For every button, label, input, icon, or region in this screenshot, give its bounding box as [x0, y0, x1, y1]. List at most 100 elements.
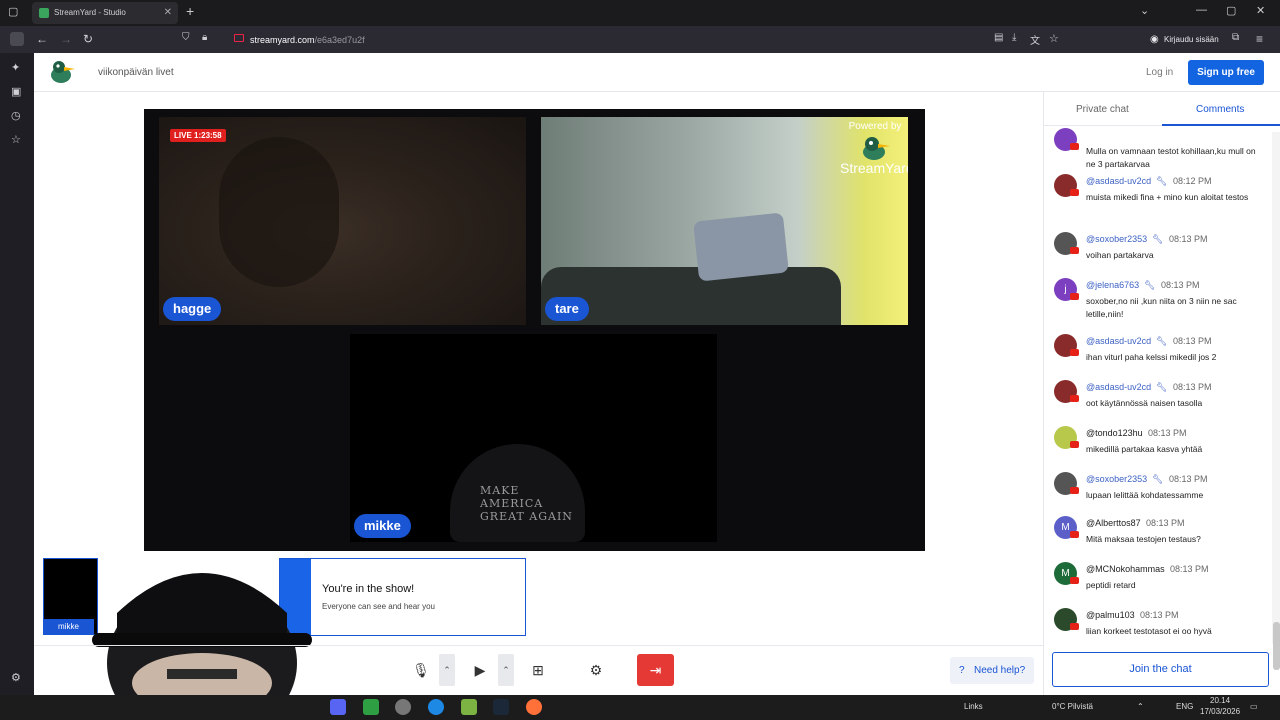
message-text: lupaan lelittää kohdatessamme: [1086, 490, 1204, 500]
chat-tabs: Private chat Comments: [1044, 92, 1280, 126]
close-window-icon[interactable]: ✕: [1256, 4, 1265, 17]
links-toolbar[interactable]: Links: [964, 702, 983, 711]
message-author[interactable]: @asdasd-uv2cd: [1086, 176, 1151, 186]
streamyard-duck-icon: [863, 137, 890, 160]
app-arrow-icon[interactable]: [461, 699, 477, 715]
streamyard-logo-icon[interactable]: [49, 59, 77, 85]
ai-sparkle-icon[interactable]: ✦: [11, 61, 20, 74]
signup-button[interactable]: Sign up free: [1188, 60, 1264, 85]
message-author[interactable]: @soxober2353: [1086, 474, 1147, 484]
join-chat-button[interactable]: Join the chat: [1052, 652, 1269, 687]
chat-message: @asdasd-uv2cd 🔧︎ 08:13 PM ihan viturl paha …: [1054, 332, 1269, 376]
message-time: 08:13 PM: [1173, 382, 1212, 392]
youtube-icon: [1070, 143, 1079, 150]
youtube-icon: [1070, 577, 1079, 584]
reader-view-icon[interactable]: ▤: [994, 32, 1003, 43]
pillow-shape: [693, 212, 789, 282]
sidebar-toggle-icon[interactable]: [10, 32, 24, 46]
camera-options-chevron-icon[interactable]: ⌃: [498, 654, 514, 686]
clock-time[interactable]: 20.14: [1210, 696, 1230, 705]
weather-widget[interactable]: 0°C Pilvistä: [1052, 702, 1093, 711]
extensions-icon[interactable]: ⧉: [1232, 32, 1239, 43]
language-indicator[interactable]: ENG: [1176, 702, 1193, 711]
account-icon: ◉: [1150, 34, 1159, 45]
edge-icon[interactable]: [428, 699, 444, 715]
tab-private-chat[interactable]: Private chat: [1076, 104, 1129, 115]
browser-sidebar: ✦ ▣ ◷ ☆ ⚙: [0, 53, 34, 695]
tab-list-icon[interactable]: ▢: [8, 5, 18, 18]
message-author[interactable]: @jelena6763: [1086, 280, 1139, 290]
video-tile-hagge[interactable]: LIVE 1:23:58 hagge: [159, 117, 526, 325]
forward-icon[interactable]: →: [60, 32, 72, 46]
shield-icon[interactable]: ⛉: [182, 32, 190, 43]
firefox-icon[interactable]: [526, 699, 542, 715]
menu-icon[interactable]: ≡: [1256, 32, 1263, 46]
clock-date[interactable]: 17/03/2026: [1200, 707, 1240, 716]
history-icon[interactable]: ◷: [11, 109, 21, 122]
cap-shape: MAKE AMERICA GREAT AGAIN: [450, 444, 585, 542]
message-text: peptidi retard: [1086, 580, 1136, 590]
settings-button[interactable]: ⚙: [580, 654, 612, 686]
login-link[interactable]: Log in: [1146, 67, 1173, 78]
powered-by-watermark: Powered by StreamYard: [840, 121, 908, 176]
message-author[interactable]: @MCNokohammas: [1086, 564, 1165, 574]
streamyard-favicon-icon: [39, 8, 49, 18]
save-page-icon[interactable]: ⤓: [1012, 32, 1016, 43]
discord-icon[interactable]: [330, 699, 346, 715]
video-tile-mikke[interactable]: MAKE AMERICA GREAT AGAIN mikke: [350, 334, 717, 542]
app-green-icon[interactable]: [363, 699, 379, 715]
minimize-icon[interactable]: —: [1196, 4, 1207, 16]
message-text: soxober,no nii ,kun niita on 3 niin ne s…: [1086, 296, 1237, 319]
new-tab-icon[interactable]: +: [186, 3, 194, 19]
browser-tab[interactable]: StreamYard - Studio ✕: [32, 2, 178, 24]
collections-icon[interactable]: ▣: [11, 85, 21, 98]
camera-permission-icon[interactable]: [234, 34, 244, 42]
tray-chevron-icon[interactable]: ⌃: [1137, 702, 1144, 711]
video-tile-tare[interactable]: Powered by StreamYard tare: [541, 117, 908, 325]
settings-gear-icon[interactable]: ⚙: [11, 671, 21, 684]
message-time: 08:13 PM: [1148, 428, 1187, 438]
address-bar[interactable]: streamyard.com/e6a3ed7u2f: [250, 35, 365, 45]
browser-tab-bar: ▢ StreamYard - Studio ✕ + ⌄ — ▢ ✕: [0, 0, 1280, 26]
message-author[interactable]: @asdasd-uv2cd: [1086, 336, 1151, 346]
chevron-down-icon[interactable]: ⌄: [1140, 4, 1149, 17]
chat-scrollbar[interactable]: [1272, 132, 1280, 644]
message-author[interactable]: @Alberttos87: [1086, 518, 1141, 528]
message-author[interactable]: @tondo123hu: [1086, 428, 1143, 438]
participant-silhouette: [219, 137, 339, 287]
youtube-icon: [1070, 247, 1079, 254]
message-author[interactable]: @soxober2353: [1086, 234, 1147, 244]
page-header: viikonpäivän livet Log in Sign up free: [34, 53, 1280, 92]
back-icon[interactable]: ←: [36, 32, 48, 46]
close-tab-icon[interactable]: ✕: [164, 2, 172, 24]
youtube-icon: [1070, 441, 1079, 448]
reload-icon[interactable]: ↻: [83, 32, 93, 46]
tab-comments[interactable]: Comments: [1196, 104, 1244, 115]
notifications-icon[interactable]: ▭: [1250, 702, 1258, 711]
message-author[interactable]: @asdasd-uv2cd: [1086, 382, 1151, 392]
chat-message-list: Mulla on vamnaan testot kohillaan,ku mul…: [1044, 126, 1272, 642]
microphone-button[interactable]: 🎙︎: [405, 654, 437, 686]
lock-icon[interactable]: 🔒︎: [202, 32, 207, 43]
signin-label: Kirjaudu sisään: [1164, 35, 1219, 44]
bookmark-star-icon[interactable]: ☆: [1049, 32, 1059, 45]
leave-studio-button[interactable]: ⇥: [637, 654, 674, 686]
microphone-options-chevron-icon[interactable]: ⌃: [439, 654, 455, 686]
chat-message: @soxober2353 🔧︎ 08:13 PM voihan partakarva: [1054, 230, 1269, 274]
message-author[interactable]: @palmu103: [1086, 610, 1135, 620]
translate-icon[interactable]: 文: [1030, 32, 1040, 47]
youtube-icon: [1070, 189, 1079, 196]
bookmarks-icon[interactable]: ☆: [11, 133, 21, 146]
chat-scrollbar-thumb[interactable]: [1273, 622, 1280, 670]
maximize-icon[interactable]: ▢: [1226, 4, 1236, 17]
help-button[interactable]: ? Need help?: [950, 657, 1034, 684]
browser-nav-bar: ← → ↻ ⛉ 🔒︎ streamyard.com/e6a3ed7u2f ▤ ⤓…: [0, 26, 1280, 53]
steam-icon[interactable]: [493, 699, 509, 715]
signin-button[interactable]: ◉ Kirjaudu sisään: [1150, 32, 1219, 48]
chat-message: Mulla on vamnaan testot kohillaan,ku mul…: [1054, 126, 1269, 170]
cap-print: MAKE AMERICA GREAT AGAIN: [480, 484, 573, 523]
camera-button[interactable]: ▶: [464, 654, 496, 686]
message-text: liian korkeet testotasot ei oo hyvä: [1086, 626, 1212, 636]
app-gray-icon[interactable]: [395, 699, 411, 715]
share-screen-button[interactable]: ⊞: [522, 654, 554, 686]
